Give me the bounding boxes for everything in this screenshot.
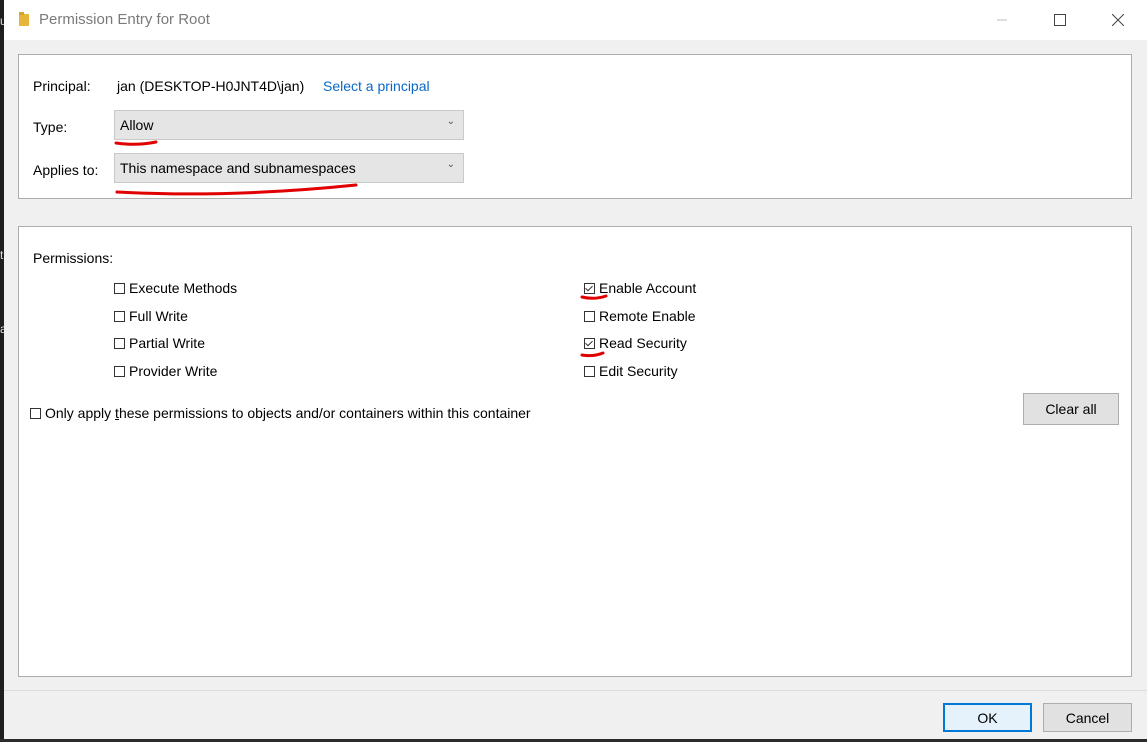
folder-icon [19, 12, 29, 26]
checkbox[interactable] [114, 337, 125, 349]
footer-separator [4, 690, 1147, 691]
background-window-edge [0, 0, 4, 742]
only-apply-label: Only apply these permissions to objects … [45, 405, 531, 421]
applies-to-selected-value: This namespace and subnamespaces [120, 160, 356, 176]
edge-glyph: a [0, 322, 4, 336]
permission-label: Partial Write [129, 335, 205, 351]
applies-to-dropdown[interactable]: This namespace and subnamespaces ⌄ [114, 153, 464, 183]
minimize-button[interactable] [979, 0, 1025, 40]
minimize-icon [997, 19, 1007, 21]
applies-to-label: Applies to: [33, 162, 99, 178]
type-dropdown[interactable]: Allow ⌄ [114, 110, 464, 140]
edge-glyph: t [0, 248, 4, 262]
permission-read-security[interactable]: Read Security [584, 335, 687, 351]
principal-value: jan (DESKTOP-H0JNT4D\jan) [117, 78, 305, 94]
permission-edit-security[interactable]: Edit Security [584, 363, 678, 379]
title-bar[interactable]: Permission Entry for Root [4, 0, 1147, 40]
permission-label: Full Write [129, 308, 188, 324]
select-principal-link[interactable]: Select a principal [323, 78, 430, 94]
permissions-label: Permissions: [33, 250, 114, 266]
checkbox[interactable] [114, 282, 125, 294]
permission-label: Provider Write [129, 363, 218, 379]
maximize-icon [1054, 14, 1066, 26]
clear-all-button[interactable]: Clear all [1023, 393, 1119, 425]
checkbox[interactable] [30, 407, 41, 419]
type-selected-value: Allow [120, 117, 154, 133]
checkbox-checked[interactable] [584, 337, 595, 349]
only-apply-label-part: Only apply [45, 405, 116, 421]
permission-partial-write[interactable]: Partial Write [114, 335, 205, 351]
permission-execute-methods[interactable]: Execute Methods [114, 280, 237, 296]
checkbox-checked[interactable] [584, 282, 595, 294]
permission-enable-account[interactable]: Enable Account [584, 280, 696, 296]
permission-label: Remote Enable [599, 308, 696, 324]
principal-label: Principal: [33, 78, 91, 94]
permission-provider-write[interactable]: Provider Write [114, 363, 217, 379]
close-button[interactable] [1095, 0, 1141, 40]
checkbox[interactable] [114, 365, 125, 377]
type-label: Type: [33, 119, 68, 135]
permission-label: Edit Security [599, 363, 678, 379]
ok-button[interactable]: OK [943, 703, 1032, 732]
chevron-down-icon: ⌄ [446, 159, 455, 170]
checkbox[interactable] [114, 310, 125, 322]
close-icon [1112, 14, 1124, 26]
cancel-button[interactable]: Cancel [1043, 703, 1132, 732]
only-apply-label-part: hese permissions to objects and/or conta… [118, 405, 531, 421]
permission-label: Enable Account [599, 280, 697, 296]
chevron-down-icon: ⌄ [446, 116, 455, 127]
permission-label: Read Security [599, 335, 687, 351]
maximize-button[interactable] [1037, 0, 1083, 40]
checkbox[interactable] [584, 365, 595, 377]
window-title: Permission Entry for Root [39, 11, 210, 28]
permission-label: Execute Methods [129, 280, 238, 296]
checkbox[interactable] [584, 310, 595, 322]
permission-full-write[interactable]: Full Write [114, 308, 188, 324]
permission-remote-enable[interactable]: Remote Enable [584, 308, 696, 324]
only-apply-checkbox-row[interactable]: Only apply these permissions to objects … [30, 405, 531, 421]
